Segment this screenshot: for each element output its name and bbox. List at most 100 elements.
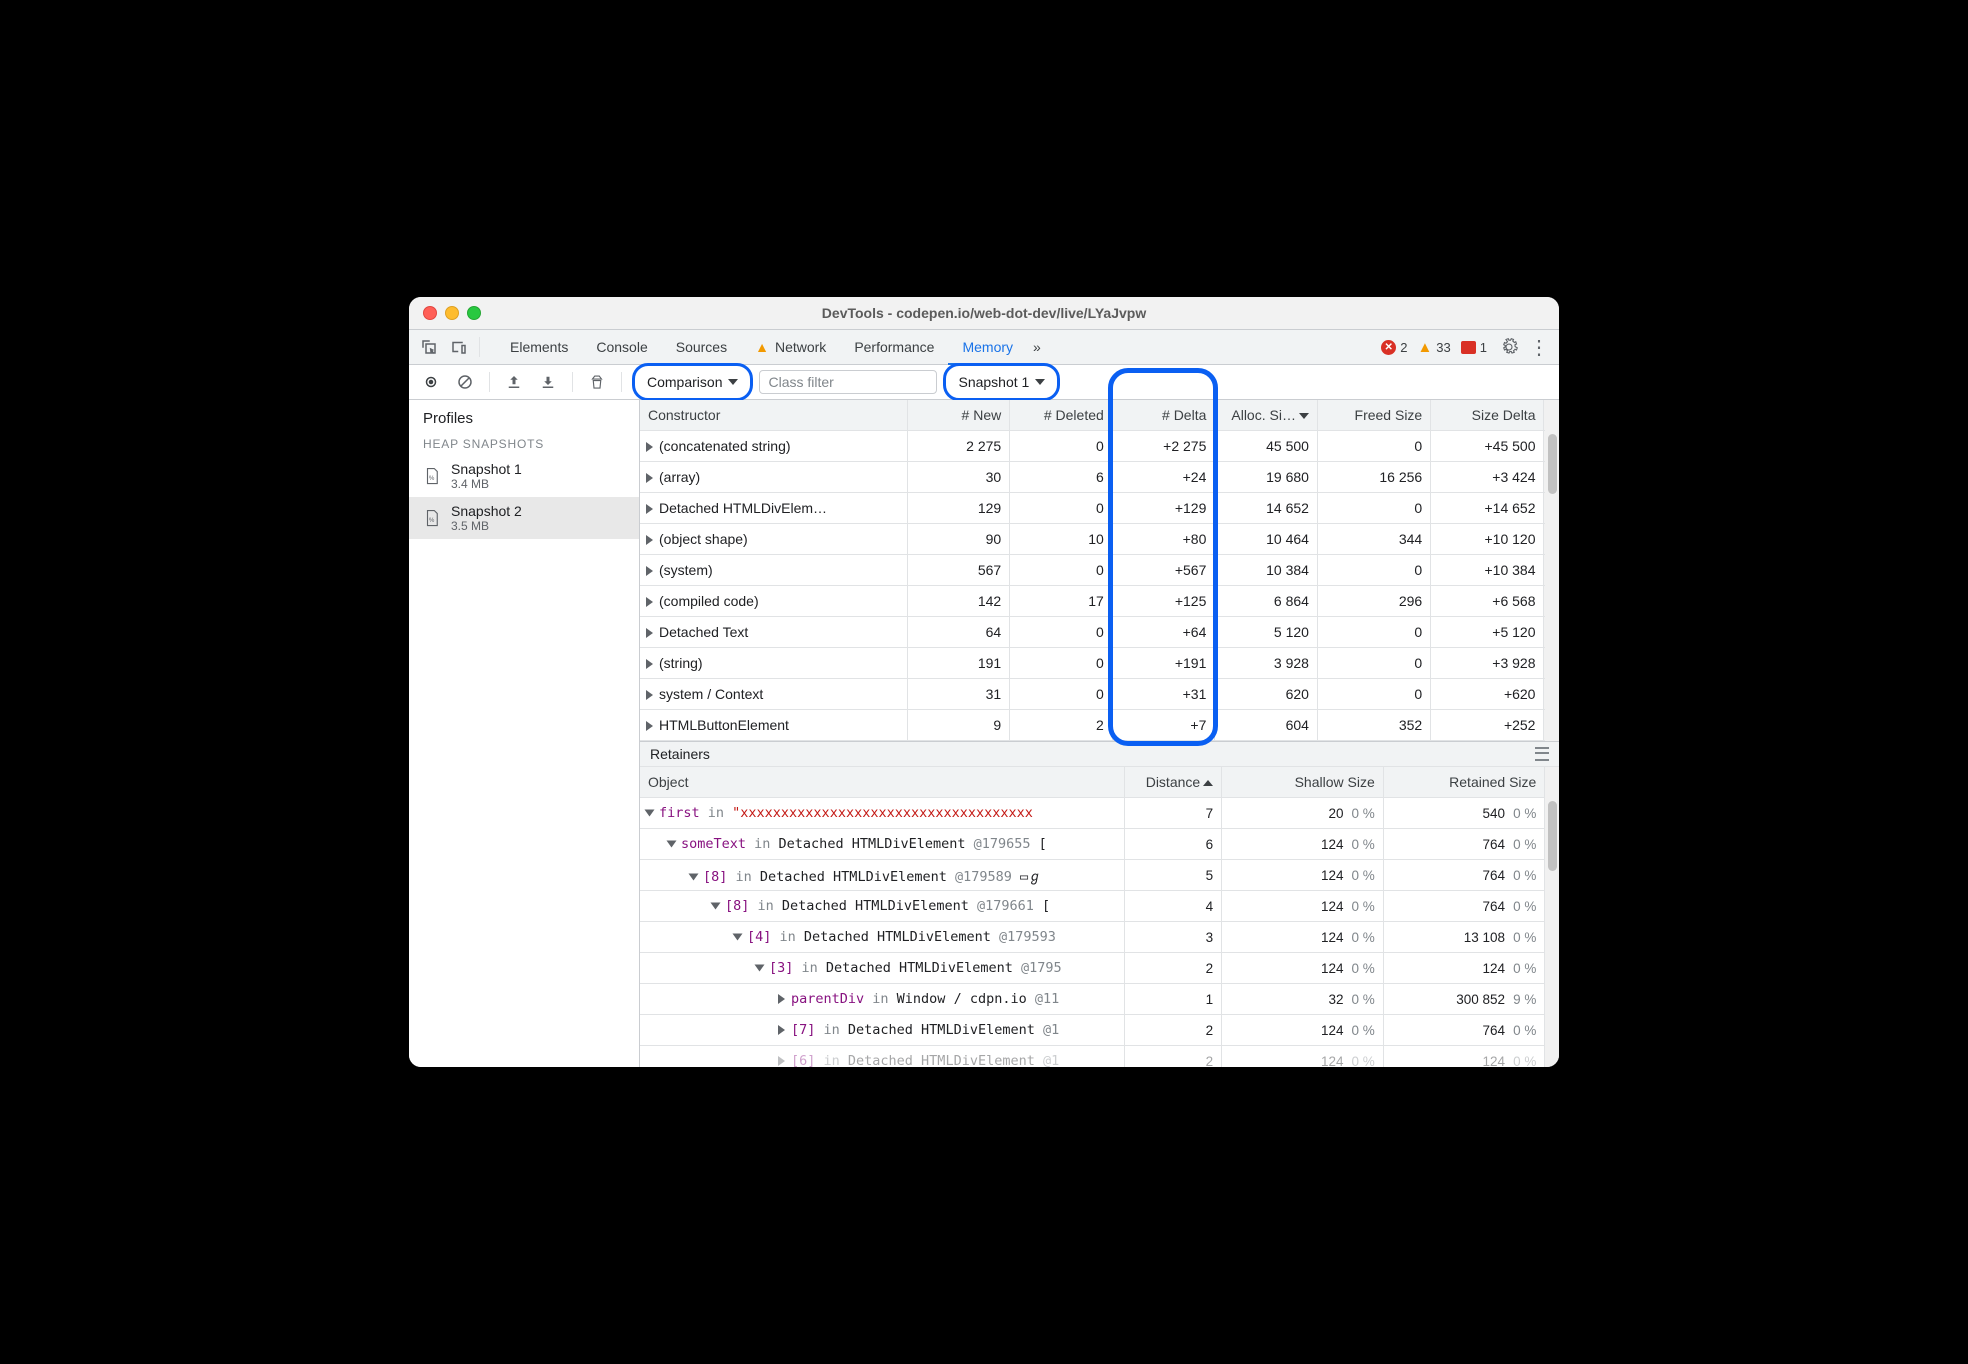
grid-row[interactable]: system / Context310+316200+620: [640, 679, 1559, 710]
error-count[interactable]: ✕2: [1381, 340, 1407, 355]
grid-scrollbar[interactable]: [1545, 430, 1559, 741]
grid-row[interactable]: (compiled code)14217+1256 864296+6 568: [640, 586, 1559, 617]
sidebar-title: Profiles: [409, 400, 639, 433]
grid-row[interactable]: (system)5670+56710 3840+10 384: [640, 555, 1559, 586]
retainer-row[interactable]: [7] in Detached HTMLDivElement @121240 %…: [640, 1015, 1559, 1046]
status-counters[interactable]: ✕2 ▲33 1: [1381, 339, 1487, 356]
expand-icon[interactable]: [646, 659, 653, 669]
retainers-header-row[interactable]: Object Distance Shallow Size Retained Si…: [640, 767, 1559, 798]
file-icon: %: [423, 465, 441, 487]
expand-icon[interactable]: [646, 628, 653, 638]
snapshot-item[interactable]: % Snapshot 1 3.4 MB: [409, 455, 639, 497]
sort-desc-icon: [1299, 413, 1309, 419]
svg-text:%: %: [429, 476, 435, 482]
grid-row[interactable]: Detached HTMLDivElem…1290+12914 6520+14 …: [640, 493, 1559, 524]
grid-row[interactable]: (array)306+2419 68016 256+3 424: [640, 462, 1559, 493]
tab-sources[interactable]: Sources: [662, 330, 741, 364]
col-distance[interactable]: Distance: [1125, 767, 1222, 798]
main-content: Constructor # New # Deleted # Delta Allo…: [640, 400, 1559, 1067]
tab-performance[interactable]: Performance: [840, 330, 948, 364]
retainers-grid[interactable]: Object Distance Shallow Size Retained Si…: [640, 767, 1559, 1067]
upload-icon[interactable]: [500, 368, 528, 396]
col-delta[interactable]: # Delta: [1112, 400, 1215, 431]
devtools-window: DevTools - codepen.io/web-dot-dev/live/L…: [409, 297, 1559, 1067]
retainer-row[interactable]: parentDiv in Window / cdpn.io @111320 %3…: [640, 984, 1559, 1015]
tab-network[interactable]: ▲Network: [741, 330, 840, 364]
grid-row[interactable]: (concatenated string)2 2750+2 27545 5000…: [640, 431, 1559, 462]
sort-asc-icon: [1203, 780, 1213, 786]
expand-icon[interactable]: [711, 903, 721, 910]
expand-icon[interactable]: [646, 566, 653, 576]
expand-icon[interactable]: [646, 721, 653, 731]
retainer-row[interactable]: [8] in Detached HTMLDivElement @179661 […: [640, 891, 1559, 922]
record-icon[interactable]: [417, 368, 445, 396]
col-object[interactable]: Object: [640, 767, 1125, 798]
retainer-row[interactable]: [8] in Detached HTMLDivElement @179589 ▭…: [640, 860, 1559, 891]
retainer-row[interactable]: [6] in Detached HTMLDivElement @121240 %…: [640, 1046, 1559, 1068]
tab-strip: Elements Console Sources ▲Network Perfor…: [496, 330, 1047, 364]
tab-memory[interactable]: Memory: [948, 330, 1027, 365]
grid-header-row[interactable]: Constructor # New # Deleted # Delta Allo…: [640, 400, 1559, 431]
col-shallow[interactable]: Shallow Size: [1222, 767, 1384, 798]
retainer-row[interactable]: someText in Detached HTMLDivElement @179…: [640, 829, 1559, 860]
chevron-down-icon: [1035, 379, 1045, 385]
expand-icon[interactable]: [646, 442, 653, 452]
expand-icon[interactable]: [778, 994, 785, 1004]
titlebar: DevTools - codepen.io/web-dot-dev/live/L…: [409, 297, 1559, 330]
retainers-header: Retainers: [640, 741, 1559, 767]
grid-row[interactable]: (object shape)9010+8010 464344+10 120: [640, 524, 1559, 555]
retainers-menu-icon[interactable]: [1535, 747, 1549, 761]
tab-elements[interactable]: Elements: [496, 330, 582, 364]
expand-icon[interactable]: [646, 597, 653, 607]
sidebar-section: HEAP SNAPSHOTS: [409, 433, 639, 455]
more-icon[interactable]: ⋮: [1525, 333, 1553, 361]
grid-row[interactable]: Detached Text640+645 1200+5 120: [640, 617, 1559, 648]
col-constructor[interactable]: Constructor: [640, 400, 907, 431]
warning-count[interactable]: ▲33: [1417, 339, 1450, 356]
expand-icon[interactable]: [733, 934, 743, 941]
col-deleted[interactable]: # Deleted: [1010, 400, 1113, 431]
file-icon: %: [423, 507, 441, 529]
grid-row[interactable]: (string)1910+1913 9280+3 928: [640, 648, 1559, 679]
retainers-scrollbar[interactable]: [1545, 797, 1559, 1067]
panel-tabs: Elements Console Sources ▲Network Perfor…: [409, 330, 1559, 365]
expand-icon[interactable]: [646, 473, 653, 483]
expand-icon[interactable]: [689, 874, 699, 881]
col-new[interactable]: # New: [907, 400, 1010, 431]
message-count[interactable]: 1: [1461, 340, 1487, 355]
col-size-delta[interactable]: Size Delta: [1431, 400, 1544, 431]
col-retained[interactable]: Retained Size: [1383, 767, 1545, 798]
retainer-row[interactable]: [4] in Detached HTMLDivElement @17959331…: [640, 922, 1559, 953]
tab-console[interactable]: Console: [582, 330, 661, 364]
inspect-icon[interactable]: [415, 333, 443, 361]
snapshot-item[interactable]: % Snapshot 2 3.5 MB: [409, 497, 639, 539]
baseline-dropdown[interactable]: Snapshot 1: [943, 363, 1060, 401]
view-dropdown[interactable]: Comparison: [632, 363, 753, 401]
comparison-grid[interactable]: Constructor # New # Deleted # Delta Allo…: [640, 400, 1559, 741]
expand-icon[interactable]: [778, 1025, 785, 1035]
expand-icon[interactable]: [667, 841, 677, 848]
device-toolbar-icon[interactable]: [445, 333, 473, 361]
download-icon[interactable]: [534, 368, 562, 396]
expand-icon[interactable]: [646, 690, 653, 700]
window-title: DevTools - codepen.io/web-dot-dev/live/L…: [409, 305, 1559, 321]
settings-icon[interactable]: [1495, 333, 1523, 361]
chevron-down-icon: [728, 379, 738, 385]
gc-icon[interactable]: [583, 368, 611, 396]
retainer-row[interactable]: [3] in Detached HTMLDivElement @17952124…: [640, 953, 1559, 984]
expand-icon[interactable]: [755, 965, 765, 972]
grid-row[interactable]: HTMLButtonElement92+7604352+252: [640, 710, 1559, 741]
expand-icon[interactable]: [646, 504, 653, 514]
memory-toolbar: Comparison Class filter Snapshot 1: [409, 365, 1559, 400]
svg-text:%: %: [429, 518, 435, 524]
expand-icon[interactable]: [645, 810, 655, 817]
profiles-sidebar: Profiles HEAP SNAPSHOTS % Snapshot 1 3.4…: [409, 400, 640, 1067]
retainer-row[interactable]: first in "xxxxxxxxxxxxxxxxxxxxxxxxxxxxxx…: [640, 798, 1559, 829]
tabs-overflow[interactable]: »: [1027, 330, 1047, 364]
clear-icon[interactable]: [451, 368, 479, 396]
class-filter-input[interactable]: Class filter: [759, 370, 937, 394]
col-alloc[interactable]: Alloc. Si…: [1215, 400, 1318, 431]
expand-icon[interactable]: [646, 535, 653, 545]
col-freed[interactable]: Freed Size: [1317, 400, 1430, 431]
expand-icon[interactable]: [778, 1056, 785, 1066]
